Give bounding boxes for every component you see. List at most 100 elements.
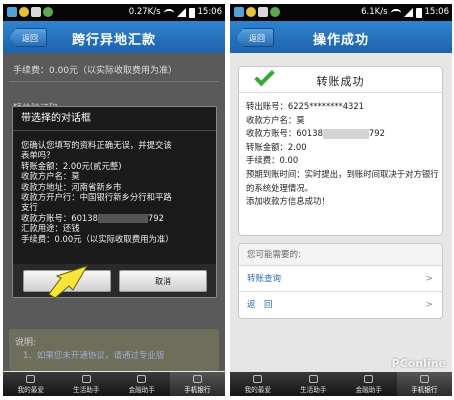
account-suffix: 792 [147, 212, 164, 223]
wifi-icon [390, 8, 401, 17]
signal-icon [176, 8, 186, 17]
tab-label: 金融助手 [355, 386, 382, 394]
link-transfer-query[interactable]: 转账查询 > [239, 266, 442, 292]
screenshot-composite: 0.27K/s 15:06 返回 跨行异地汇款 手续费：0.00元（以实际收取费… [0, 0, 454, 400]
tab-label: 生活助手 [73, 386, 100, 394]
success-card: 转账成功 转出账号：6225********4321 收款方户名：莫 收款方账号… [238, 65, 443, 236]
page-title: 跨行异地汇款 [71, 33, 156, 48]
account-suffix: 792 [368, 128, 385, 139]
wallet-icon [137, 375, 147, 383]
dialog-line: 收款方开户行：中国银行新乡分行和平路 [21, 192, 172, 203]
star-icon [26, 375, 36, 383]
tab-label: 我的最爱 [17, 386, 44, 394]
left-phone-screen: 0.27K/s 15:06 返回 跨行异地汇款 手续费：0.00元（以实际收取费… [3, 4, 225, 396]
account-prefix: 收款方账号：60138 [246, 128, 323, 139]
note-text[interactable]: 1、如果您未开通协议，请通过专业版 [23, 349, 164, 361]
detail-amount: 转账金额：2.00 [246, 141, 307, 152]
wallet-icon [364, 375, 374, 383]
phone-icon [419, 375, 429, 383]
pointer-arrow-icon [48, 265, 89, 298]
divider [9, 81, 219, 82]
result-area: 转账成功 转出账号：6225********4321 收款方户名：莫 收款方账号… [230, 53, 452, 372]
chevron-right-icon: > [425, 300, 433, 310]
battery-icon [415, 7, 422, 18]
dialog-line: 转账金额：2.00元(贰元整) [21, 160, 122, 171]
mail-notification-icon [258, 7, 268, 17]
bottom-tab-bar: 我的最爱 生活助手 金融助手 手机银行 [230, 372, 452, 396]
link-return[interactable]: 返 回 > [239, 292, 442, 318]
emoji-notification-icon [19, 7, 29, 17]
dialog-line: 支行 [21, 202, 38, 213]
success-header: 转账成功 [239, 65, 442, 93]
signal-icon [403, 8, 413, 17]
network-speed: 6.1K/s [361, 7, 388, 17]
pconline-watermark: PConline [391, 357, 446, 370]
confirm-dialog: 带选择的对话框 您确认您填写的资料正确无误，并提交该 表单吗？ 转账金额：2.0… [12, 106, 217, 298]
detail-payee-account: 收款方账号：60138 792 [246, 127, 440, 141]
fee-line: 手续费：0.00元（以实际收取费用为准） [13, 66, 178, 76]
detail-out-account: 转出账号：6225********4321 [246, 101, 365, 111]
tab-label: 我的最爱 [244, 386, 271, 394]
dialog-line: 收款方地址：河南省新乡市 [21, 181, 122, 192]
status-right: 0.27K/s 15:06 [129, 7, 222, 18]
counter-notification-icon [270, 7, 280, 17]
dialog-line: 收款方户名：莫 [21, 171, 80, 182]
dialog-message: 您确认您填写的资料正确无误，并提交该 表单吗？ 转账金额：2.00元(贰元整) … [21, 140, 213, 244]
tab-favorites[interactable]: 我的最爱 [3, 372, 59, 396]
tab-life-assistant[interactable]: 生活助手 [59, 372, 115, 396]
tab-label: 手机银行 [411, 386, 438, 394]
star-icon [253, 375, 263, 383]
success-title: 转账成功 [316, 75, 365, 88]
counter-notification-icon [43, 7, 53, 17]
detail-arrival: 预期到账时间：实时提出，到账时间取决于对方银行的系统处理情况。 [246, 168, 439, 193]
dialog-title: 带选择的对话框 [13, 107, 216, 131]
cart-icon [308, 375, 318, 383]
clock: 15:06 [424, 7, 450, 17]
dialog-line: 表单吗？ [21, 150, 55, 161]
link-label: 返 回 [247, 300, 273, 310]
clock: 15:06 [197, 7, 223, 17]
app-notification-icon [234, 7, 244, 17]
tab-favorites[interactable]: 我的最爱 [230, 372, 286, 396]
phone-icon [192, 375, 202, 383]
form-area-dimmed: 手续费：0.00元（以实际收取费用为准） 短信验证码: 说明: 1、如果您未开通… [3, 53, 225, 371]
dialog-line: 汇款用途：还钱 [21, 223, 80, 234]
bottom-tab-bar: 我的最爱 生活助手 金融助手 手机银行 [3, 372, 225, 396]
note-title: 说明: [15, 338, 37, 348]
right-phone-screen: 6.1K/s 15:06 返回 操作成功 转账成功 转出账号：6225*****… [230, 4, 452, 396]
redaction-mask [322, 128, 369, 139]
tab-mobile-banking[interactable]: 手机银行 [169, 372, 225, 396]
tab-label: 金融助手 [128, 386, 155, 394]
dialog-account-line: 收款方账号：60138 792 [21, 213, 213, 223]
status-bar: 6.1K/s 15:06 [230, 4, 452, 21]
tab-finance-assistant[interactable]: 金融助手 [114, 372, 170, 396]
dialog-line: 手续费：0.00元（以实际收取费用为准） [21, 233, 174, 244]
page-title: 操作成功 [312, 33, 369, 48]
app-notification-icon [7, 7, 17, 17]
chevron-right-icon: > [425, 274, 433, 284]
title-bar: 返回 跨行异地汇款 [3, 21, 225, 53]
battery-icon [188, 7, 195, 18]
detail-fee: 手续费：0.00 [246, 155, 299, 166]
title-bar: 返回 操作成功 [230, 21, 452, 53]
status-bar: 0.27K/s 15:06 [3, 4, 225, 21]
tab-mobile-banking[interactable]: 手机银行 [396, 372, 452, 396]
suggestions-panel: 您可能需要的: 转账查询 > 返 回 > [238, 243, 443, 319]
notification-icons [7, 7, 53, 18]
emoji-notification-icon [246, 7, 256, 17]
tab-label: 手机银行 [184, 386, 211, 394]
dialog-line: 您确认您填写的资料正确无误，并提交该 [21, 140, 172, 150]
suggestions-title: 您可能需要的: [239, 244, 442, 266]
cancel-button[interactable]: 取消 [119, 270, 207, 292]
note-box: 说明: 1、如果您未开通协议，请通过专业版 [9, 329, 219, 371]
tab-finance-assistant[interactable]: 金融助手 [341, 372, 397, 396]
mail-notification-icon [31, 7, 41, 17]
network-speed: 0.27K/s [128, 7, 161, 17]
tab-life-assistant[interactable]: 生活助手 [286, 372, 342, 396]
detail-payee-name: 收款方户名：莫 [246, 114, 305, 125]
notification-icons [234, 7, 280, 18]
transfer-details: 转出账号：6225********4321 收款方户名：莫 收款方账号：6013… [246, 100, 440, 209]
wifi-icon [163, 8, 174, 17]
link-label: 转账查询 [247, 274, 282, 284]
redaction-mask [97, 213, 148, 223]
